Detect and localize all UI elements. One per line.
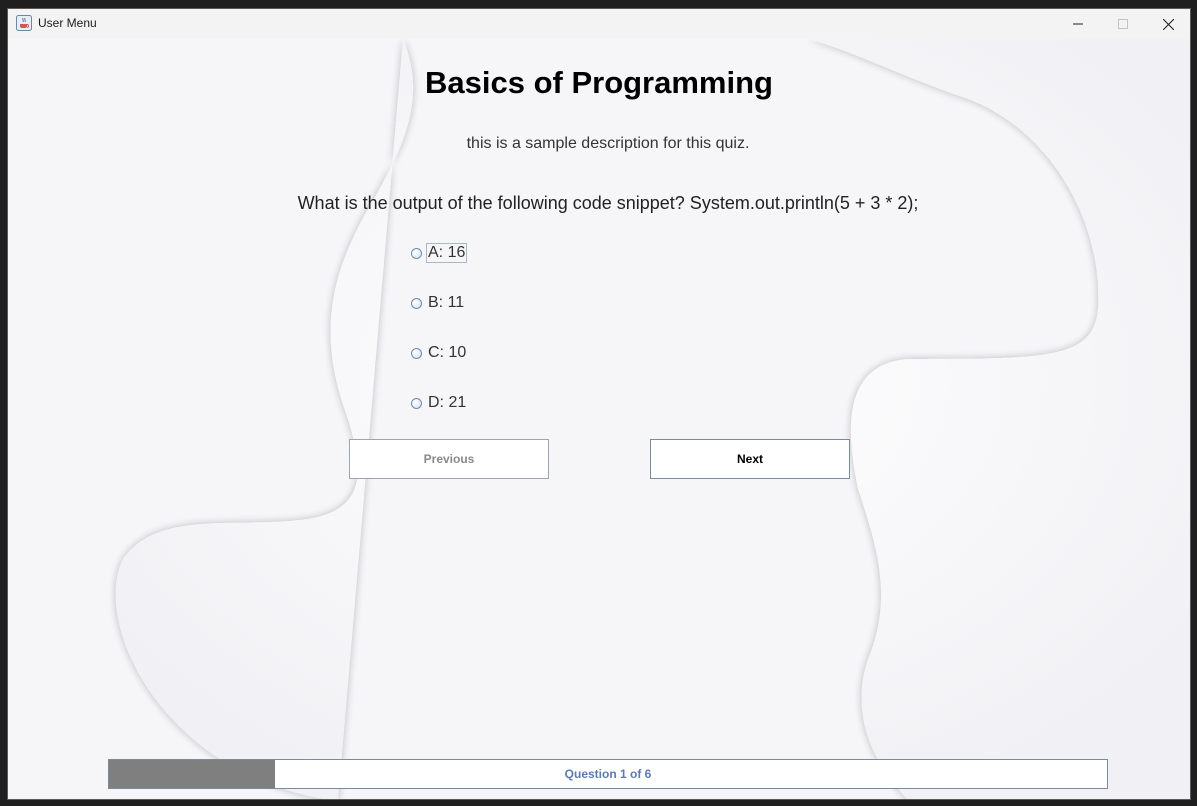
progress-label: Question 1 of 6 <box>564 767 652 781</box>
option-a[interactable]: A: 16 <box>411 242 468 264</box>
radio-button-icon[interactable] <box>411 397 422 409</box>
quiz-description: this is a sample description for this qu… <box>466 135 750 152</box>
quiz-panel: Basics of Programming this is a sample d… <box>8 39 1190 799</box>
app-window: User Menu Basics of Programming this is … <box>7 8 1191 800</box>
option-b[interactable]: B: 11 <box>411 292 466 314</box>
window-title: User Menu <box>38 16 97 30</box>
quiz-title: Basics of Programming <box>425 65 773 100</box>
option-c[interactable]: C: 10 <box>411 342 468 364</box>
progress-bar: Question 1 of 6 <box>108 759 1108 789</box>
minimize-button[interactable] <box>1055 9 1101 39</box>
option-label: A: 16 <box>426 243 468 263</box>
java-cup-icon <box>16 15 32 31</box>
option-d[interactable]: D: 21 <box>411 392 468 414</box>
option-label: B: 11 <box>428 294 465 311</box>
background-blob <box>8 39 1190 799</box>
maximize-button[interactable] <box>1100 9 1146 39</box>
previous-button[interactable]: Previous <box>349 439 549 479</box>
question-text: What is the output of the following code… <box>297 193 919 213</box>
title-bar[interactable]: User Menu <box>8 9 1190 39</box>
option-label: D: 21 <box>428 394 467 411</box>
close-icon <box>1162 18 1174 30</box>
next-button[interactable]: Next <box>650 439 850 479</box>
radio-button-icon[interactable] <box>411 297 422 309</box>
close-button[interactable] <box>1145 9 1190 39</box>
option-label: C: 10 <box>428 344 467 361</box>
radio-button-icon[interactable] <box>411 347 422 359</box>
maximize-icon <box>1118 19 1128 29</box>
radio-button-icon[interactable] <box>411 247 422 259</box>
minimize-icon <box>1073 23 1083 25</box>
